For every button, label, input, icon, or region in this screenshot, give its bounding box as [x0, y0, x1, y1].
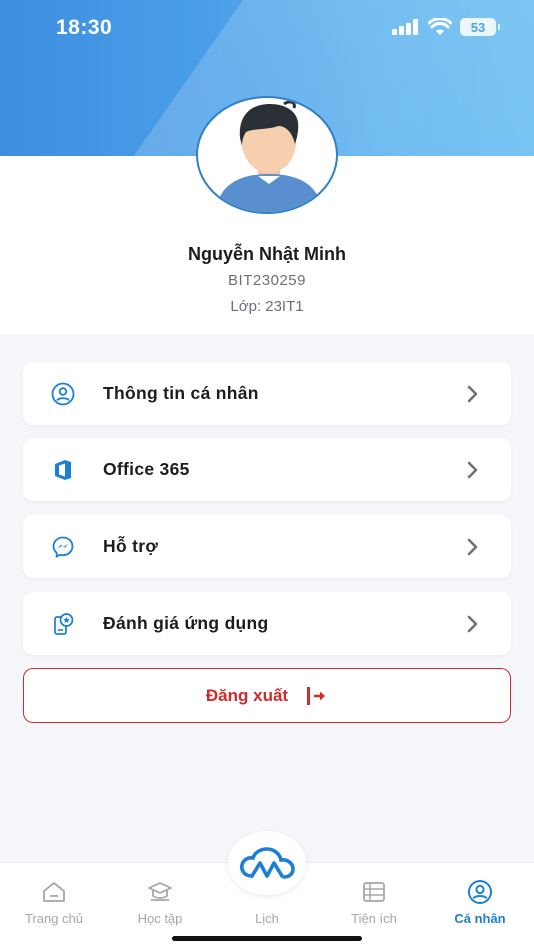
tab-label: Lịch — [255, 911, 279, 926]
logout-icon — [307, 686, 326, 705]
menu-item-label: Hỗ trợ — [103, 536, 159, 556]
chevron-right-icon — [467, 385, 478, 403]
chevron-right-icon — [467, 615, 478, 633]
menu-item-label: Đánh giá ứng dụng — [103, 613, 269, 633]
student-class: Lớp: 23IT1 — [230, 298, 304, 315]
graduation-cap-icon — [148, 882, 172, 901]
wifi-icon — [428, 18, 452, 35]
rate-app-icon — [54, 613, 74, 635]
chevron-right-icon — [467, 538, 478, 556]
signal-icon — [392, 19, 418, 35]
menu-item-personal-info[interactable]: Thông tin cá nhân — [23, 362, 511, 425]
battery-indicator: 53 — [460, 18, 500, 36]
menu-item-rate-app[interactable]: Đánh giá ứng dụng — [23, 592, 511, 655]
office-icon — [55, 460, 71, 480]
user-circle-icon — [51, 382, 75, 406]
tab-label: Cá nhân — [454, 911, 506, 926]
menu-item-label: Office 365 — [103, 459, 190, 479]
center-home-button[interactable] — [228, 831, 306, 895]
menu-item-label: Thông tin cá nhân — [103, 383, 259, 403]
logout-button[interactable]: Đăng xuất — [23, 668, 511, 723]
status-time: 18:30 — [56, 16, 113, 39]
menu-item-support[interactable]: Hỗ trợ — [23, 515, 511, 578]
home-indicator — [172, 936, 362, 941]
tab-label: Học tập — [137, 911, 183, 926]
tab-label: Trang chủ — [24, 911, 84, 926]
cloud-logo-icon — [240, 847, 295, 879]
logout-label: Đăng xuất — [205, 685, 289, 705]
avatar[interactable] — [196, 96, 338, 214]
messenger-icon — [52, 536, 74, 559]
avatar-illustration — [216, 100, 322, 212]
chevron-right-icon — [467, 461, 478, 479]
tab-label: Tiện ích — [351, 911, 397, 926]
tab-study[interactable]: Học tập — [115, 879, 205, 926]
tab-profile[interactable]: Cá nhân — [435, 879, 525, 926]
profile-icon — [468, 880, 492, 904]
student-id: BIT230259 — [228, 272, 306, 289]
tab-home[interactable]: Trang chủ — [9, 879, 99, 926]
home-icon — [43, 882, 65, 902]
menu-item-office365[interactable]: Office 365 — [23, 438, 511, 501]
utilities-icon — [363, 882, 385, 902]
tab-utilities[interactable]: Tiện ích — [329, 879, 419, 926]
user-name: Nguyễn Nhật Minh — [188, 244, 346, 264]
status-bar: 18:30 53 — [0, 0, 534, 60]
